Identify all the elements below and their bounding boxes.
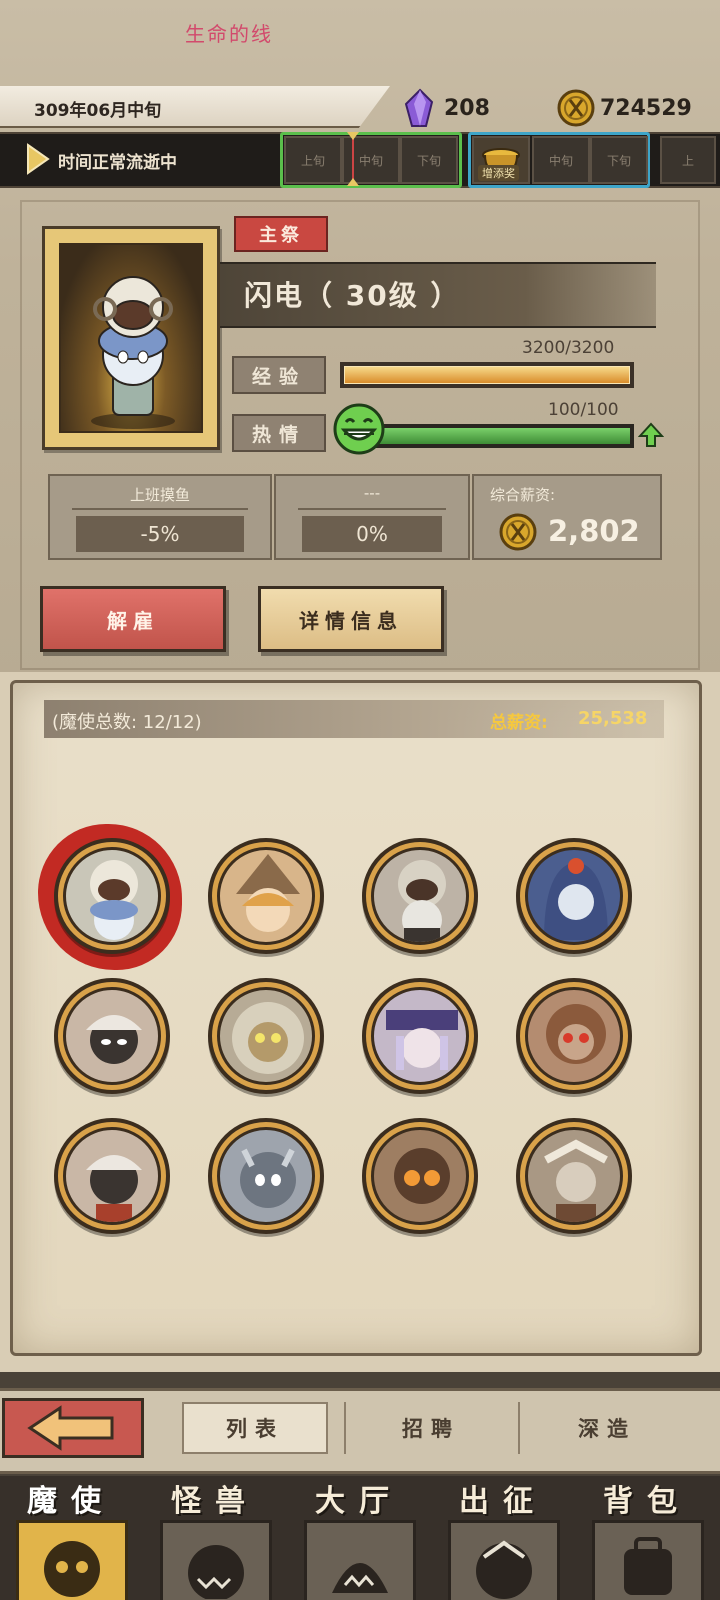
- tab-list[interactable]: 列表: [182, 1402, 328, 1454]
- hall-icon: [304, 1520, 416, 1600]
- role-tag: 主祭: [234, 216, 328, 252]
- unknown-stat: --- 0%: [274, 474, 470, 560]
- watermark-title: 生命的线: [185, 22, 273, 46]
- back-arrow-icon[interactable]: [26, 1404, 118, 1452]
- divider: [344, 1402, 346, 1454]
- exp-value: 3200/3200: [522, 338, 615, 358]
- avatar-dark-elf[interactable]: [54, 978, 170, 1094]
- passion-bar: [362, 424, 634, 448]
- total-salary-label: 总薪资:: [490, 713, 548, 733]
- avatar-horned-knight[interactable]: [208, 1118, 324, 1234]
- avatar-hooded-mage[interactable]: [516, 838, 632, 954]
- exp-bar-fill: [344, 366, 630, 384]
- crystal-icon: [402, 88, 438, 128]
- tab-recruit[interactable]: 招聘: [358, 1402, 504, 1454]
- passion-value: 100/100: [548, 400, 619, 420]
- character-name: 闪电（ 30级 ）: [244, 279, 461, 312]
- tab-train[interactable]: 深造: [534, 1402, 680, 1454]
- nav-expedition[interactable]: 出征: [432, 1476, 574, 1600]
- nav-minions[interactable]: 魔使: [0, 1476, 142, 1600]
- bonus-label: 增添奖: [478, 165, 519, 181]
- avatar-purple-hat[interactable]: [362, 978, 478, 1094]
- slot-mid[interactable]: 中旬: [342, 136, 400, 184]
- time-status: 时间正常流逝中: [58, 153, 177, 173]
- slot-next-late[interactable]: 下旬: [590, 136, 648, 184]
- total-salary-value: 25,538: [578, 708, 648, 729]
- backpack-icon: [592, 1520, 704, 1600]
- slot-late[interactable]: 下旬: [400, 136, 458, 184]
- divider: [298, 508, 446, 510]
- slot-next-early[interactable]: 上: [660, 136, 716, 184]
- exp-bar: [340, 362, 634, 388]
- slack-value: -5%: [76, 516, 244, 552]
- salary-title: 综合薪资:: [490, 486, 556, 504]
- arrow-up-icon: [637, 422, 665, 448]
- slack-title: 上班摸鱼: [129, 486, 190, 504]
- avatar-tribal[interactable]: [516, 1118, 632, 1234]
- portrait-image: [59, 243, 203, 433]
- nav-minions-label: 魔使: [27, 1484, 115, 1519]
- exp-label: 经验: [232, 356, 326, 394]
- roster-count: (魔使总数: 12/12): [52, 712, 202, 733]
- nav-expedition-label: 出征: [459, 1484, 547, 1519]
- gold-coin-icon: [556, 88, 596, 128]
- current-time-marker: [352, 134, 354, 184]
- gold-count: 724529: [600, 96, 692, 121]
- play-icon[interactable]: [26, 143, 50, 175]
- nav-hall-label: 大厅: [315, 1484, 403, 1519]
- slack-stat: 上班摸鱼 -5%: [48, 474, 272, 560]
- nav-bag[interactable]: 背包: [576, 1476, 718, 1600]
- divider: [72, 508, 248, 510]
- avatar-sheep-lightning[interactable]: [54, 838, 170, 954]
- minion-skull-icon: [16, 1520, 128, 1600]
- game-screen: 生命的线 309年06月中旬 208 724529 时间正常流逝中 上旬 中旬 …: [0, 0, 720, 1600]
- avatar-sheep-dark[interactable]: [362, 838, 478, 954]
- expedition-icon: [448, 1520, 560, 1600]
- divider: [518, 1402, 520, 1454]
- passion-label: 热情: [232, 414, 326, 452]
- avatar-bearded-brute[interactable]: [516, 978, 632, 1094]
- unknown-title: ---: [363, 484, 381, 502]
- avatar-dark-elf-2[interactable]: [54, 1118, 170, 1234]
- gold-coin-icon: [498, 512, 538, 552]
- game-date: 309年06月中旬: [34, 101, 162, 121]
- nav-hall[interactable]: 大厅: [288, 1476, 430, 1600]
- marker-bottom-icon: [347, 178, 359, 186]
- salary-value: 2,802: [548, 514, 640, 548]
- slot-next-mid[interactable]: 中旬: [532, 136, 590, 184]
- salary-stat: 综合薪资: 2,802: [472, 474, 662, 560]
- crystal-count: 208: [444, 96, 490, 121]
- avatar-lion[interactable]: [208, 978, 324, 1094]
- nav-monsters[interactable]: 怪兽: [144, 1476, 286, 1600]
- fire-button[interactable]: 解雇: [40, 586, 226, 652]
- smile-face-icon: [332, 402, 386, 456]
- monster-icon: [160, 1520, 272, 1600]
- nav-monsters-label: 怪兽: [171, 1484, 259, 1519]
- passion-bar-fill: [366, 428, 630, 444]
- unknown-value: 0%: [302, 516, 442, 552]
- slot-early[interactable]: 上旬: [284, 136, 342, 184]
- avatar-witch-hat[interactable]: [208, 838, 324, 954]
- marker-top-icon: [347, 132, 359, 140]
- detail-button[interactable]: 详情信息: [258, 586, 444, 652]
- avatar-goggles[interactable]: [362, 1118, 478, 1234]
- character-portrait[interactable]: [42, 226, 220, 450]
- nav-bag-label: 背包: [603, 1484, 691, 1519]
